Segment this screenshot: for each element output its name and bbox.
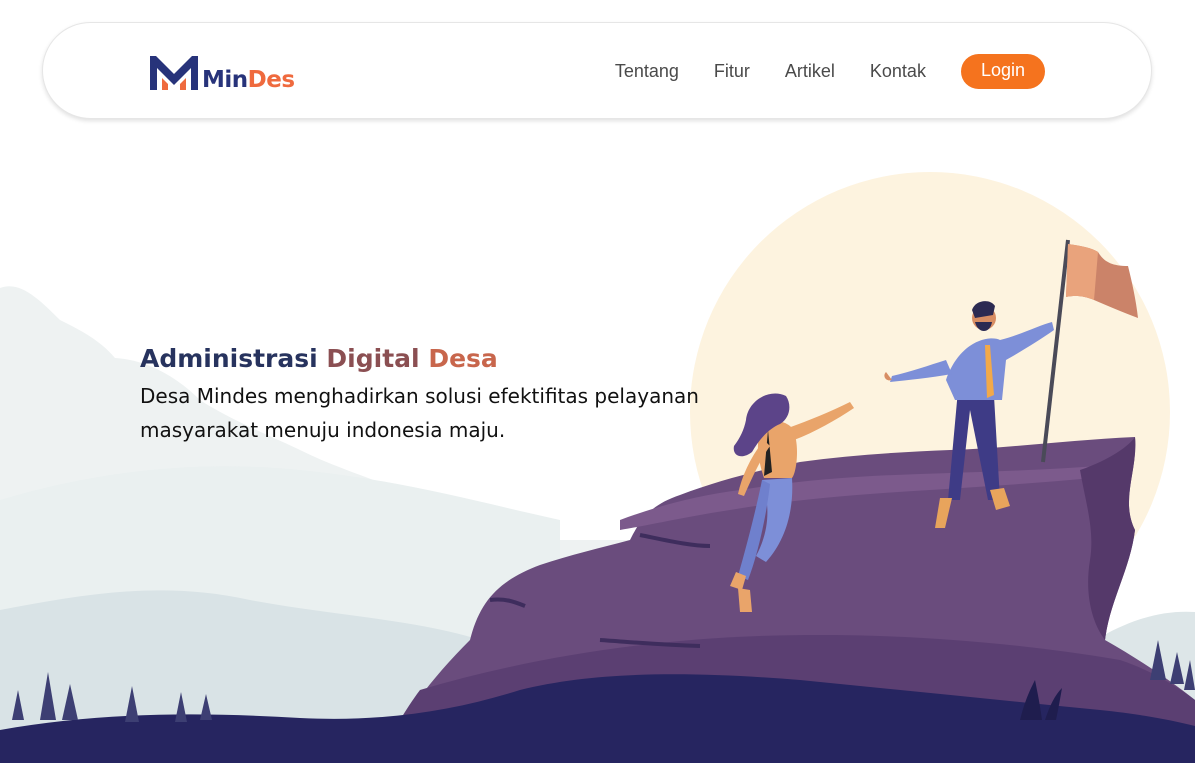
mindes-logo-icon [150,56,198,90]
nav-link-fitur[interactable]: Fitur [714,61,750,82]
hero-title-part1: Administrasi [140,344,327,373]
nav-link-artikel[interactable]: Artikel [785,61,835,82]
flag-fold [1066,244,1098,300]
brand-name: MinDes [202,69,295,92]
hero-subtitle: Desa Mindes menghadirkan solusi efektifi… [140,384,699,442]
nav-link-tentang[interactable]: Tentang [615,61,679,82]
nav-link-kontak[interactable]: Kontak [870,61,926,82]
brand-logo[interactable]: MinDes [148,52,295,92]
login-button[interactable]: Login [960,54,1045,89]
hero-title: Administrasi Digital Desa [140,344,720,373]
hero-title-part2: Digital [326,344,429,373]
brand-name-part1: Min [202,67,248,93]
navbar: MinDes Tentang Fitur Artikel Kontak Logi… [42,22,1152,119]
brand-name-part2: Des [247,67,295,93]
nav-links: Tentang Fitur Artikel Kontak Login [615,54,1045,89]
hero-title-part3: Desa [428,344,498,373]
hero-section: Administrasi Digital Desa Desa Mindes me… [140,344,720,447]
